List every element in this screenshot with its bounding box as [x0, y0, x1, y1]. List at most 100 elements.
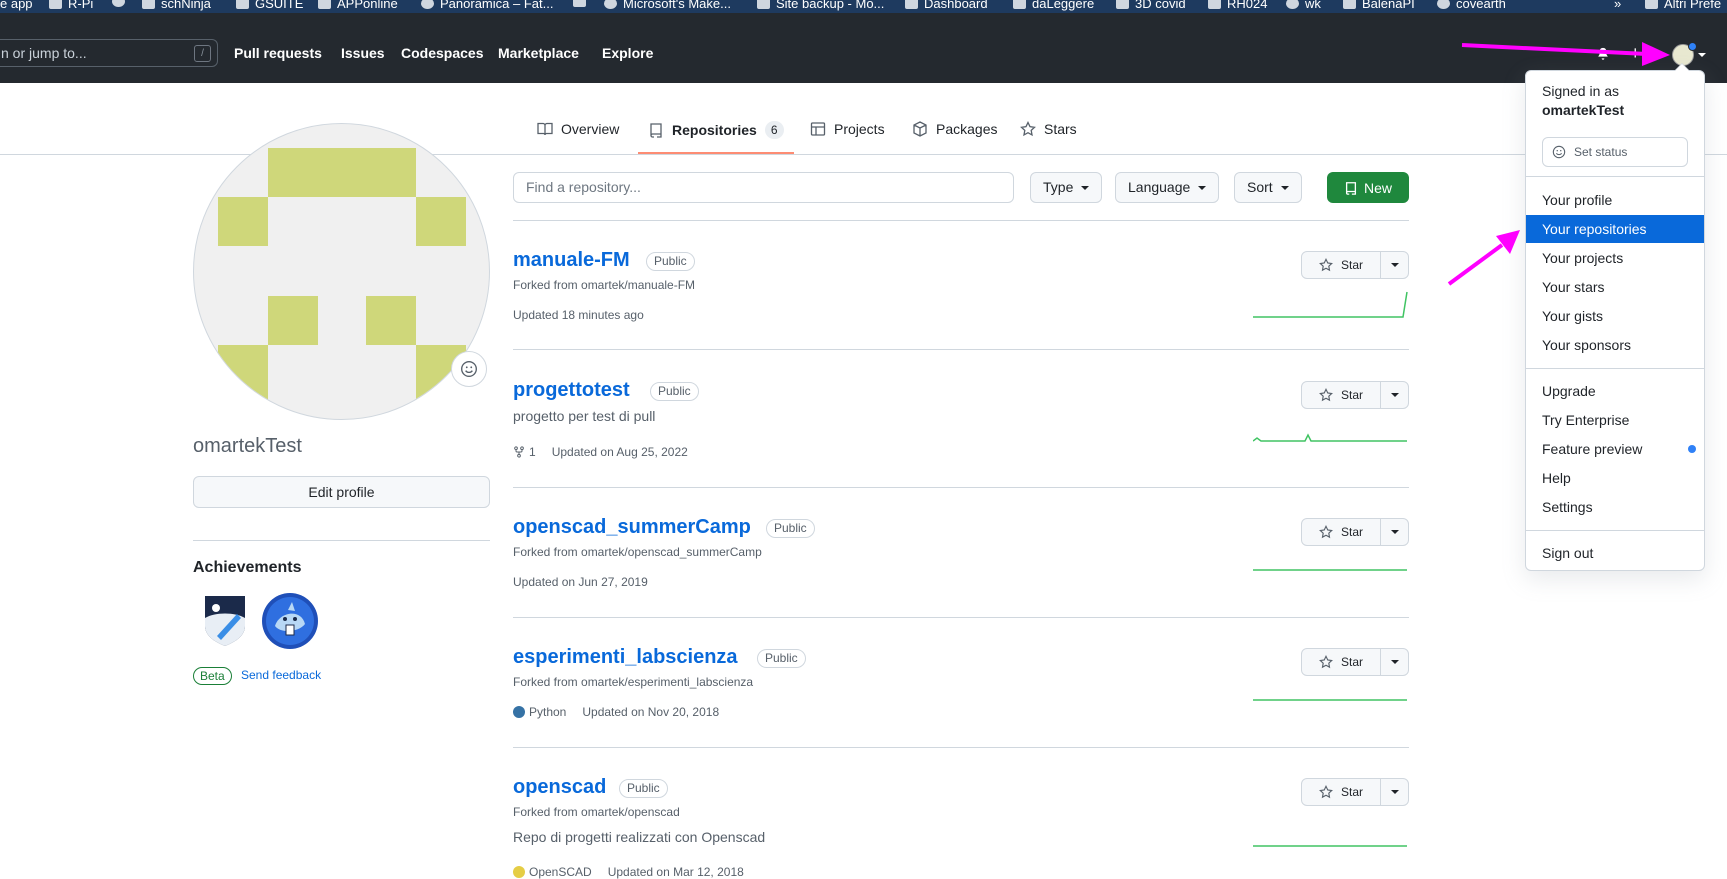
- nav-marketplace[interactable]: Marketplace: [498, 45, 579, 61]
- repo-meta: Updated 18 minutes ago: [513, 308, 644, 322]
- menu-settings[interactable]: Settings: [1526, 493, 1704, 521]
- star-main[interactable]: Star: [1302, 779, 1381, 805]
- menu-your-sponsors[interactable]: Your sponsors: [1526, 331, 1704, 359]
- menu-feature-preview[interactable]: Feature preview: [1526, 435, 1704, 463]
- beta-badge: Beta: [193, 667, 232, 685]
- chevron-down-icon: [1081, 185, 1090, 190]
- star-button[interactable]: Star: [1301, 648, 1409, 676]
- tab-packages[interactable]: Packages: [912, 121, 997, 137]
- repo-name-link[interactable]: openscad_summerCamp: [513, 516, 751, 539]
- bookmark-rh024[interactable]: RH024: [1208, 0, 1267, 11]
- menu-help[interactable]: Help: [1526, 464, 1704, 492]
- menu-your-profile[interactable]: Your profile: [1526, 186, 1704, 214]
- menu-your-repositories[interactable]: Your repositories: [1526, 215, 1704, 243]
- send-feedback-link[interactable]: Send feedback: [241, 668, 321, 682]
- star-main[interactable]: Star: [1302, 519, 1381, 545]
- menu-sign-out[interactable]: Sign out: [1526, 539, 1704, 567]
- star-button[interactable]: Star: [1301, 518, 1409, 546]
- menu-your-gists[interactable]: Your gists: [1526, 302, 1704, 330]
- star-icon: [1020, 121, 1036, 137]
- repo-name-link[interactable]: manuale-FM: [513, 249, 630, 272]
- find-repository-input[interactable]: Find a repository...: [513, 172, 1014, 203]
- set-status-button[interactable]: Set status: [1542, 137, 1688, 167]
- profile-avatar[interactable]: [193, 123, 490, 420]
- star-list-dropdown[interactable]: [1381, 779, 1408, 805]
- menu-try-enterprise[interactable]: Try Enterprise: [1526, 406, 1704, 434]
- star-main[interactable]: Star: [1302, 382, 1381, 408]
- bookmark-covearth[interactable]: covearth: [1437, 0, 1506, 11]
- star-button[interactable]: Star: [1301, 778, 1409, 806]
- forked-from[interactable]: Forked from omartek/openscad: [513, 805, 680, 819]
- achievement-badge-shark[interactable]: [261, 592, 319, 650]
- bookmark-site-backup[interactable]: Site backup - Mo...: [757, 0, 884, 11]
- menu-upgrade[interactable]: Upgrade: [1526, 377, 1704, 405]
- tab-repositories[interactable]: Repositories 6: [648, 121, 784, 139]
- star-list-dropdown[interactable]: [1381, 382, 1408, 408]
- divider: [193, 540, 490, 541]
- signed-in-label: Signed in as: [1542, 83, 1620, 99]
- repo-list-item: manuale-FM Public Forked from omartek/ma…: [513, 249, 1409, 329]
- menu-your-stars[interactable]: Your stars: [1526, 273, 1704, 301]
- nav-codespaces[interactable]: Codespaces: [401, 45, 483, 61]
- identicon-block: [366, 296, 416, 345]
- smiley-icon: [1552, 145, 1566, 159]
- bookmark-daleggere[interactable]: daLeggere: [1013, 0, 1094, 11]
- new-repository-button[interactable]: New: [1327, 172, 1409, 203]
- forked-from[interactable]: Forked from omartek/manuale-FM: [513, 278, 695, 292]
- bookmark-github[interactable]: [112, 0, 125, 7]
- search-input[interactable]: n or jump to... /: [0, 39, 218, 67]
- star-icon: [1319, 655, 1333, 669]
- bookmark-gsuite[interactable]: GSUITE: [236, 0, 303, 11]
- forks-link[interactable]: 1: [513, 445, 536, 459]
- repo-name-link[interactable]: esperimenti_labscienza: [513, 646, 738, 669]
- bookmark-balenapi[interactable]: BalenaPI: [1343, 0, 1415, 11]
- type-filter-button[interactable]: Type: [1030, 172, 1103, 203]
- set-status-button[interactable]: [451, 351, 487, 387]
- nav-issues[interactable]: Issues: [341, 45, 385, 61]
- bookmark-dashboard[interactable]: Dashboard: [905, 0, 988, 11]
- bookmark-other[interactable]: Altri Prefe: [1645, 0, 1721, 11]
- bookmark-panoramica[interactable]: Panoramica – Fat...: [421, 0, 553, 11]
- bookmark-schninja[interactable]: schNinja: [142, 0, 211, 11]
- bookmark-apponline[interactable]: APPonline: [318, 0, 398, 11]
- nav-pull-requests[interactable]: Pull requests: [234, 45, 322, 61]
- repo-icon: [650, 123, 662, 138]
- nav-explore[interactable]: Explore: [602, 45, 653, 61]
- star-button[interactable]: Star: [1301, 381, 1409, 409]
- bookmark-wk[interactable]: wk: [1286, 0, 1321, 11]
- bookmark-app[interactable]: e app: [0, 0, 33, 11]
- updated-time: Updated on Mar 12, 2018: [607, 865, 744, 879]
- achievement-badge-arctic[interactable]: [202, 594, 248, 646]
- sort-button[interactable]: Sort: [1234, 172, 1302, 203]
- tab-projects[interactable]: Projects: [810, 121, 885, 137]
- tab-stars[interactable]: Stars: [1020, 121, 1077, 137]
- tab-overview[interactable]: Overview: [537, 121, 619, 137]
- bookmark-r-pi[interactable]: R-Pi: [49, 0, 93, 11]
- search-shortcut-hint: /: [194, 45, 211, 62]
- repo-name-link[interactable]: progettotest: [513, 379, 630, 402]
- updated-time: Updated on Aug 25, 2022: [551, 445, 688, 459]
- star-main[interactable]: Star: [1302, 252, 1381, 278]
- bookmark-microsoft[interactable]: Microsoft's Make...: [604, 0, 731, 11]
- star-list-dropdown[interactable]: [1381, 519, 1408, 545]
- new-feature-dot: [1688, 445, 1696, 453]
- repo-description: Repo di progetti realizzati con Openscad: [513, 829, 766, 845]
- star-list-dropdown[interactable]: [1381, 252, 1408, 278]
- repo-language: OpenSCAD: [513, 865, 592, 879]
- chevron-down-icon[interactable]: [1698, 53, 1706, 57]
- language-filter-button[interactable]: Language: [1115, 172, 1220, 203]
- bookmark-slack[interactable]: [573, 0, 586, 7]
- bookmark-3d-covid[interactable]: 3D covid: [1116, 0, 1186, 11]
- star-main[interactable]: Star: [1302, 649, 1381, 675]
- edit-profile-button[interactable]: Edit profile: [193, 476, 490, 508]
- menu-your-projects[interactable]: Your projects: [1526, 244, 1704, 272]
- star-button[interactable]: Star: [1301, 251, 1409, 279]
- bell-icon[interactable]: [1596, 46, 1610, 62]
- bookmarks-overflow[interactable]: »: [1614, 0, 1621, 11]
- forked-from[interactable]: Forked from omartek/esperimenti_labscien…: [513, 675, 753, 689]
- divider: [513, 349, 1409, 350]
- star-list-dropdown[interactable]: [1381, 649, 1408, 675]
- forked-from[interactable]: Forked from omartek/openscad_summerCamp: [513, 545, 762, 559]
- repo-name-link[interactable]: openscad: [513, 776, 606, 799]
- plus-icon[interactable]: +: [1630, 43, 1641, 64]
